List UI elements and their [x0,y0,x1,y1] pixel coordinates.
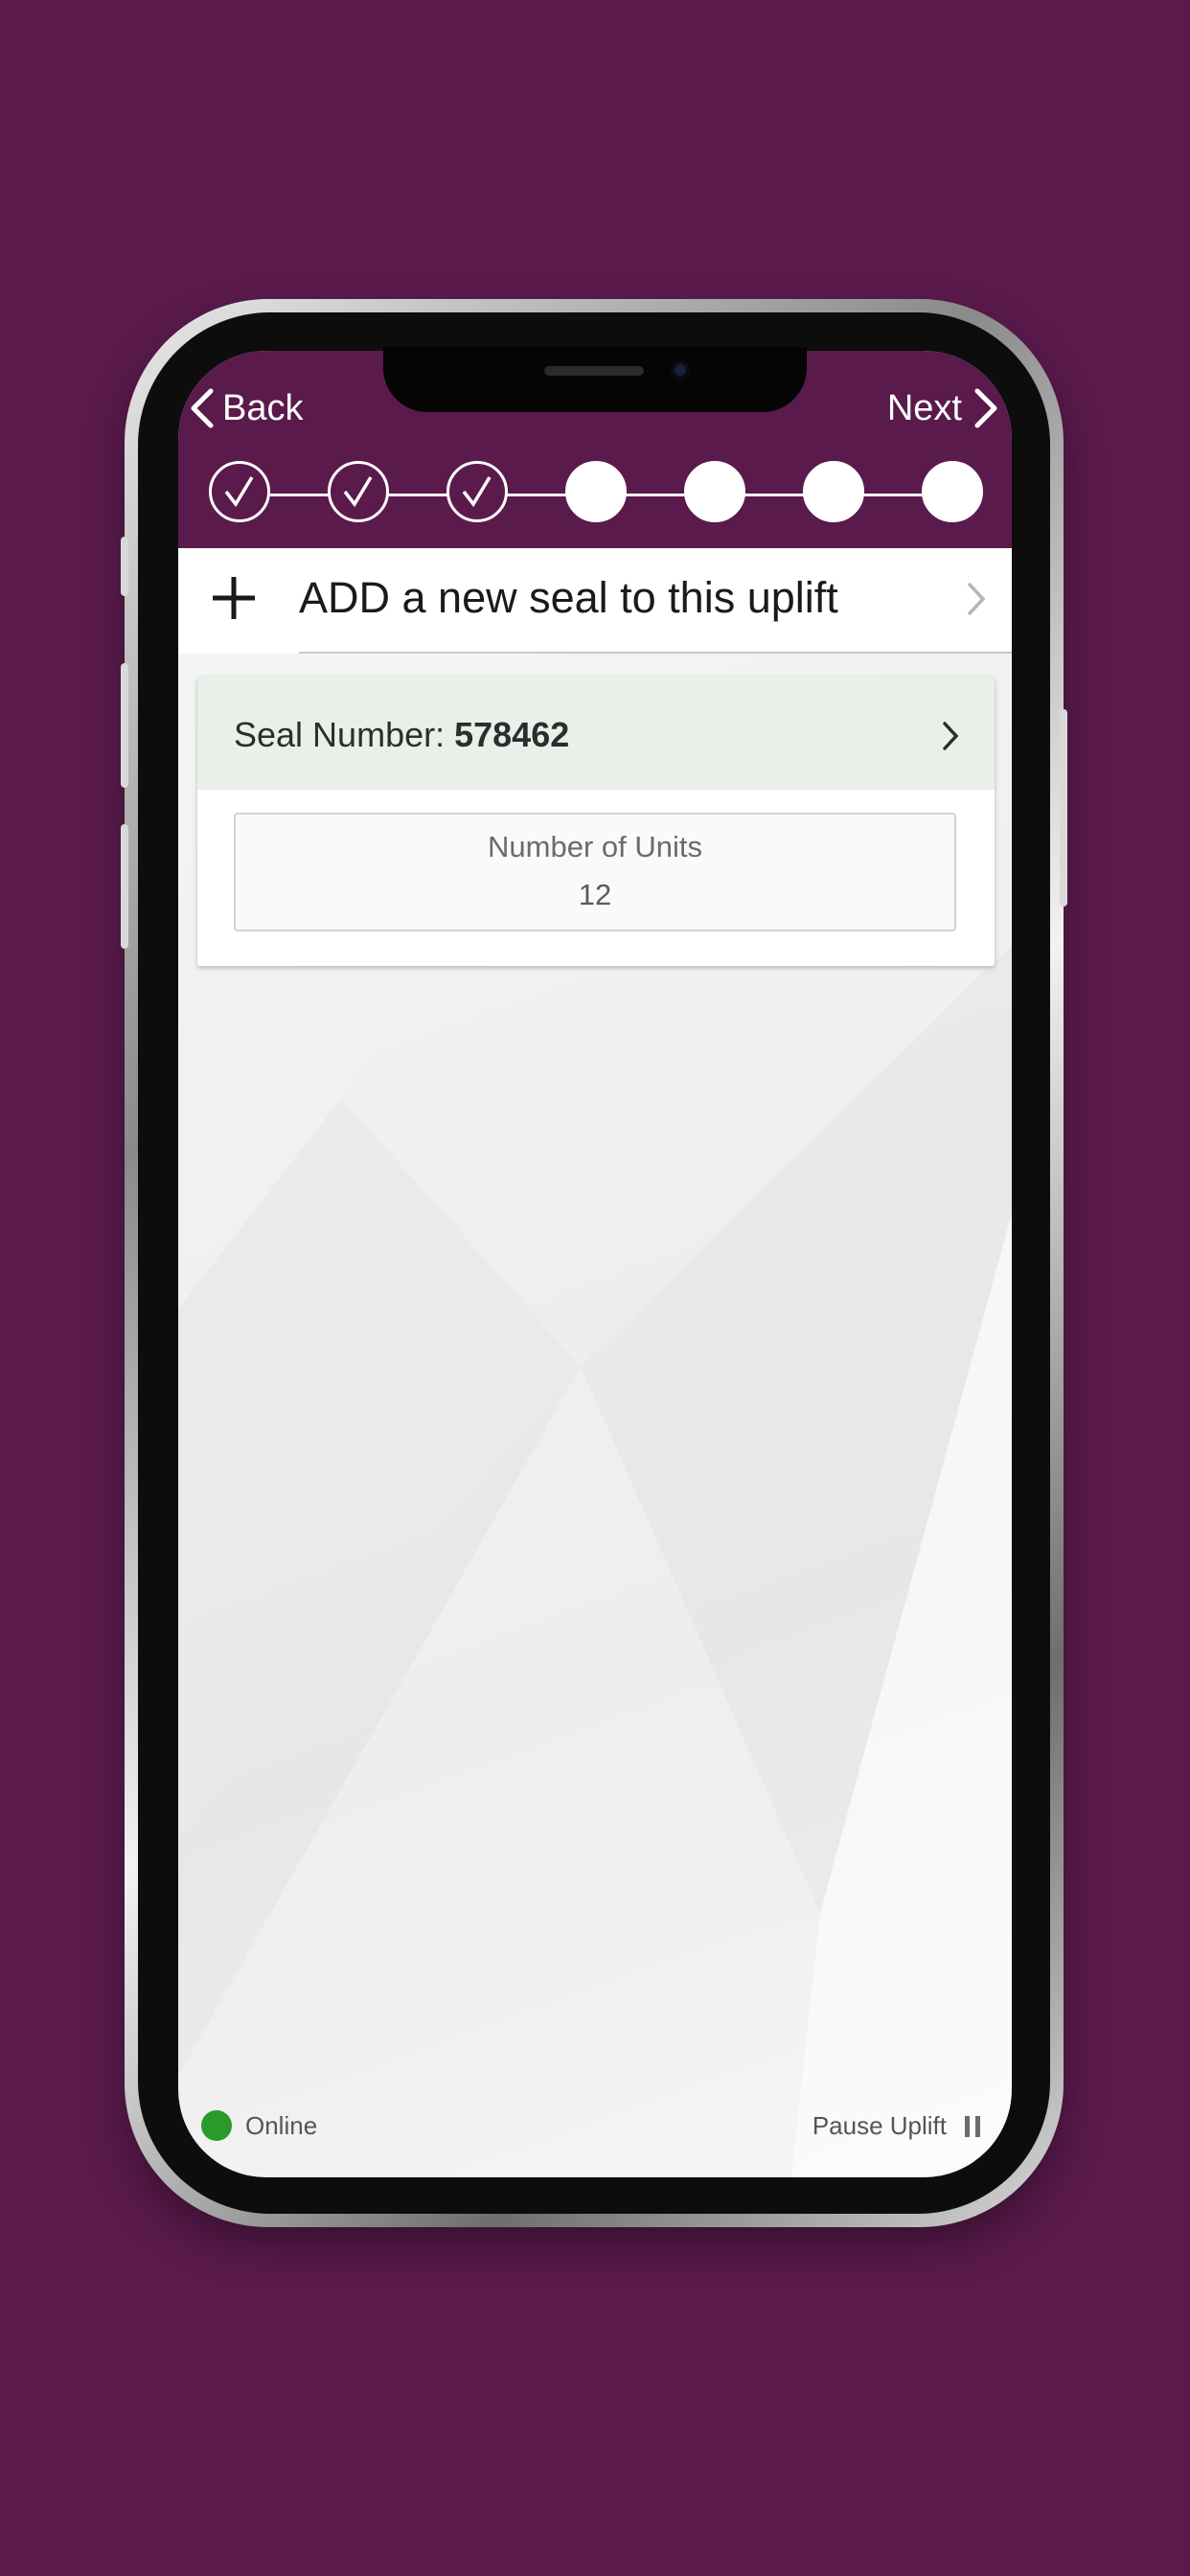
next-button[interactable]: Next [887,380,1000,437]
checkmark-icon [462,476,492,508]
chevron-left-icon [191,388,214,428]
units-label: Number of Units [488,830,702,863]
step-1-completed [209,461,270,522]
chevron-right-icon [974,388,997,428]
seal-number-prefix: Seal Number: [234,715,455,754]
back-button[interactable]: Back [188,380,303,437]
phone-silent-switch [121,537,128,596]
connection-status: Online [201,2110,317,2141]
seal-number-label: Seal Number: 578462 [234,715,569,755]
step-4 [565,461,627,522]
step-3-completed [446,461,508,522]
add-seal-label: ADD a new seal to this uplift [299,573,838,622]
phone-volume-down [121,824,128,949]
units-value: 12 [578,878,612,911]
add-seal-row[interactable]: ADD a new seal to this uplift [178,548,1012,654]
chevron-right-icon [968,583,986,615]
pause-icon [965,2115,980,2137]
checkmark-icon [224,476,254,508]
add-row-divider [299,652,1012,654]
seal-number-value: 578462 [454,715,570,754]
step-2-completed [328,461,389,522]
step-7 [922,461,983,522]
plus-icon [213,577,255,619]
status-label: Online [245,2110,318,2140]
next-label: Next [886,387,962,428]
online-dot-icon [201,2110,232,2141]
checkmark-icon [343,476,373,508]
progress-stepper [207,461,1008,528]
step-6 [803,461,864,522]
pause-label: Pause Uplift [812,2111,947,2140]
app-screen: Back Next ADD a new seal to this uplift … [178,351,1012,2177]
phone-power-button [1060,709,1067,907]
units-field: Number of Units 12 [234,813,956,932]
seal-card: Seal Number: 578462 Number of Units 12 [197,677,995,966]
phone-volume-up [121,663,128,788]
chevron-right-icon [943,722,959,750]
phone-notch [383,347,807,412]
speaker-grille [544,366,644,376]
seal-card-header[interactable]: Seal Number: 578462 [197,677,995,790]
back-label: Back [222,387,304,428]
pause-uplift-button[interactable]: Pause Uplift [812,2111,981,2141]
step-5 [684,461,745,522]
front-camera [671,360,690,380]
